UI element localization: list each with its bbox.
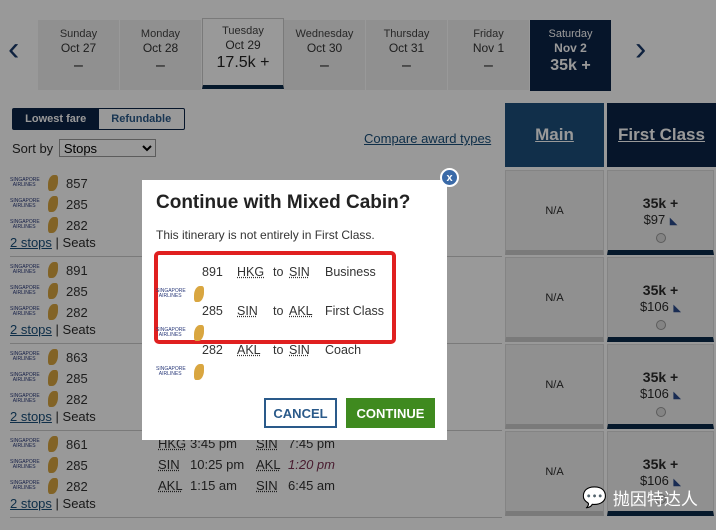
segment-logo: SINGAPORE AIRLINES — [156, 279, 212, 303]
destination[interactable]: SIN — [289, 265, 325, 279]
to-word: to — [273, 343, 284, 357]
cabin: Coach — [325, 343, 362, 357]
cancel-button[interactable]: CANCEL — [264, 398, 337, 428]
mixed-cabin-dialog: Continue with Mixed Cabin? This itinerar… — [142, 180, 447, 440]
dialog-segment: 285 SIN to AKL First Class — [202, 304, 384, 318]
flight-number: 282 — [202, 343, 223, 357]
logo-text: SINGAPORE AIRLINES — [156, 288, 186, 299]
dialog-segment: 891 HKG to SIN Business — [202, 265, 376, 279]
origin[interactable]: HKG — [237, 265, 273, 279]
flight-number: 285 — [202, 304, 223, 318]
airline-logo: SINGAPORE AIRLINES — [156, 285, 204, 303]
logo-text: SINGAPORE AIRLINES — [156, 366, 186, 377]
origin[interactable]: AKL — [237, 343, 273, 357]
cabin: First Class — [325, 304, 385, 318]
dialog-segment: 282 AKL to SIN Coach — [202, 343, 361, 357]
watermark-text: 抛因特达人 — [612, 490, 698, 509]
airline-logo: SINGAPORE AIRLINES — [156, 363, 204, 381]
wechat-icon: 💬 — [582, 487, 607, 509]
cabin: Business — [325, 265, 376, 279]
origin[interactable]: SIN — [237, 304, 273, 318]
watermark: 💬 抛因特达人 — [582, 485, 698, 510]
to-word: to — [273, 304, 284, 318]
segment-logo: SINGAPORE AIRLINES — [156, 318, 212, 342]
segment-logo: SINGAPORE AIRLINES — [156, 357, 212, 381]
to-word: to — [273, 265, 284, 279]
logo-text: SINGAPORE AIRLINES — [156, 327, 186, 338]
close-icon[interactable]: x — [440, 168, 459, 187]
continue-button[interactable]: CONTINUE — [346, 398, 435, 428]
airline-logo: SINGAPORE AIRLINES — [156, 324, 204, 342]
dialog-title: Continue with Mixed Cabin? — [156, 192, 411, 213]
flight-number: 891 — [202, 265, 223, 279]
destination[interactable]: SIN — [289, 343, 325, 357]
destination[interactable]: AKL — [289, 304, 325, 318]
dialog-subtitle: This itinerary is not entirely in First … — [156, 228, 375, 242]
